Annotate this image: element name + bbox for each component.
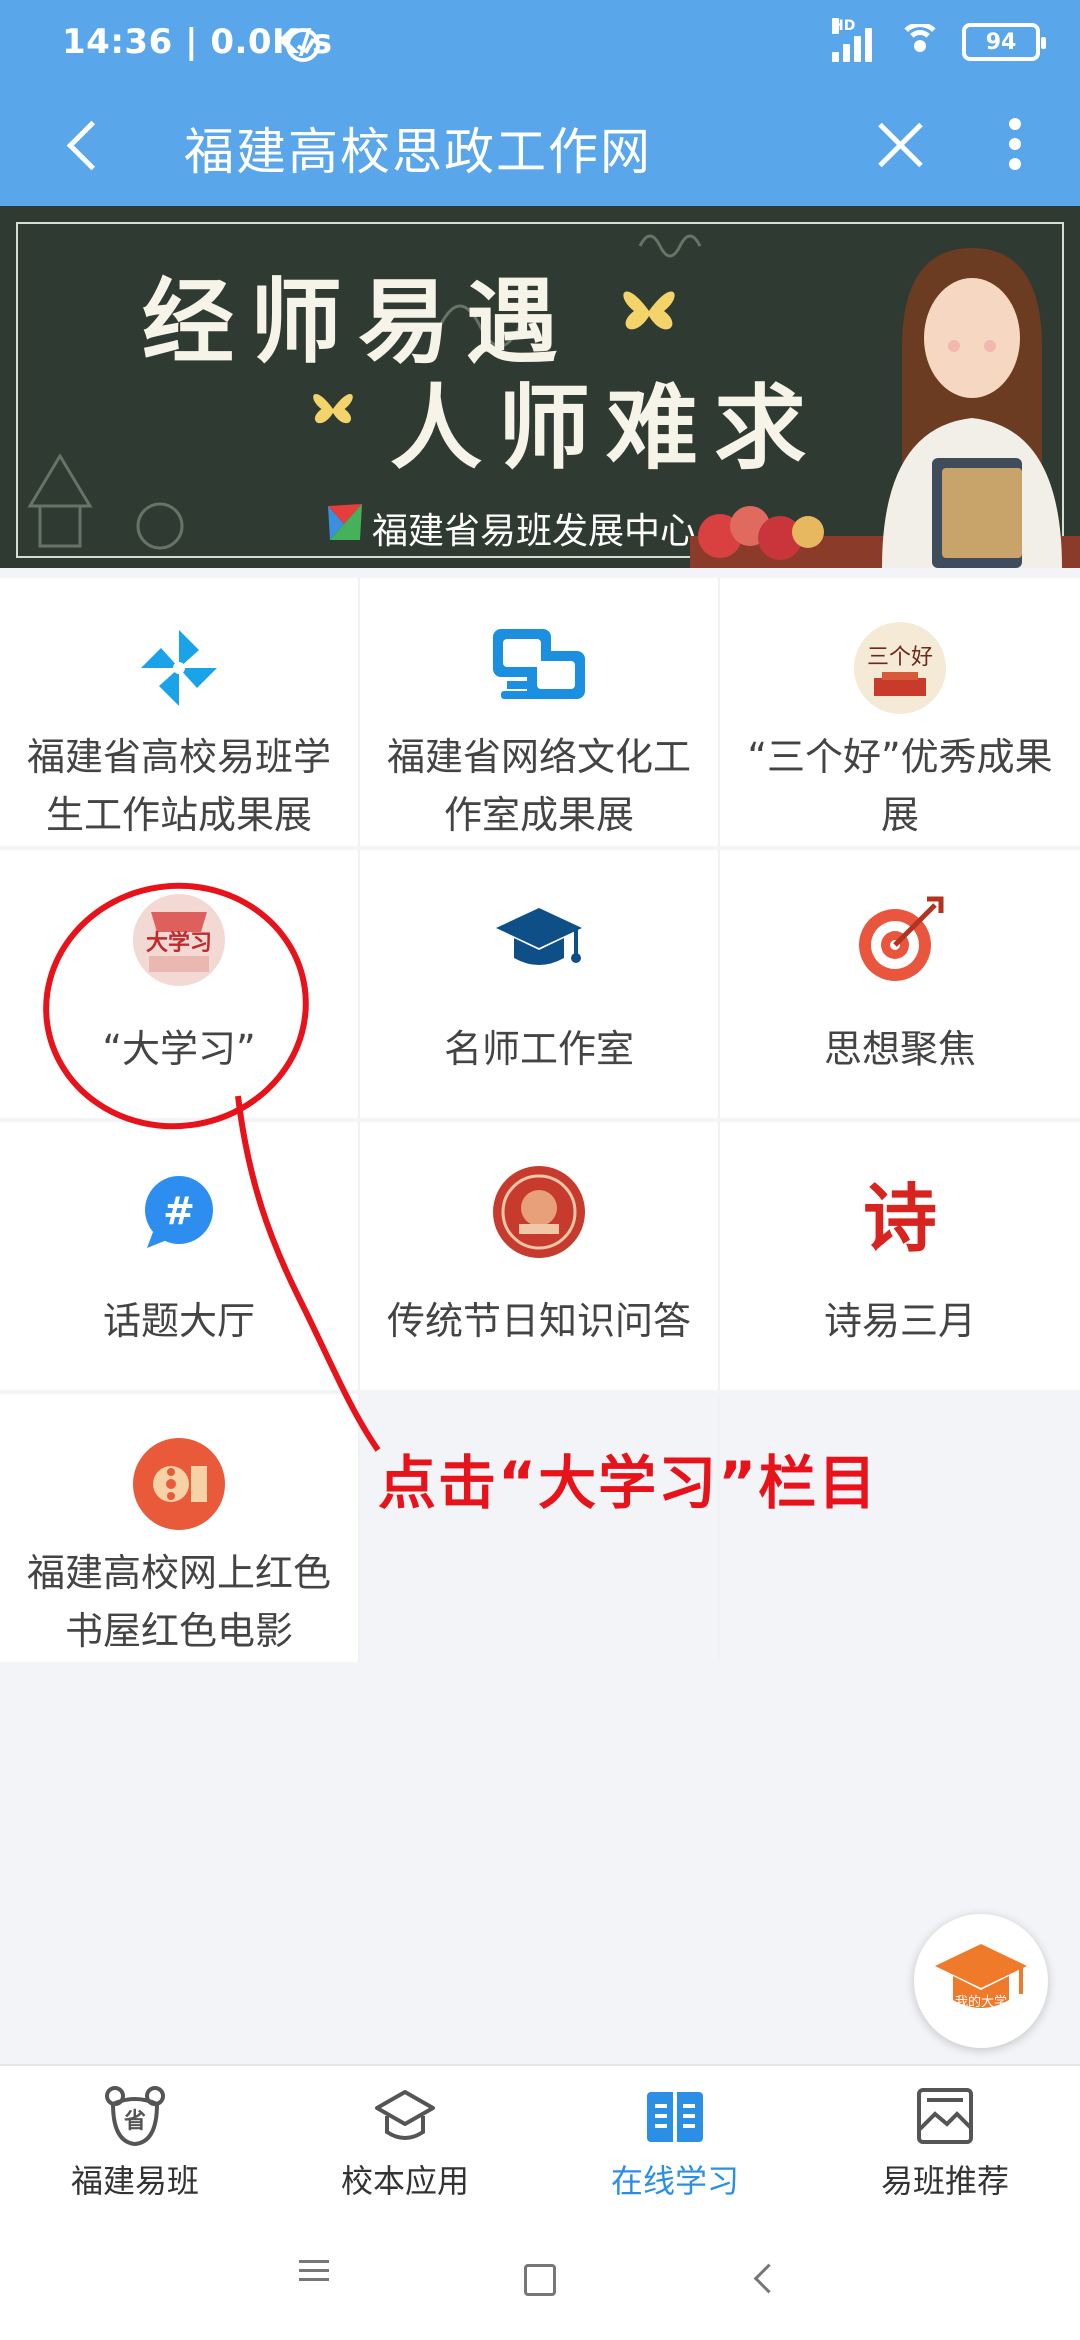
flowers-decoration	[698, 506, 824, 560]
bottom-tab-bar: 省 福建易班 校本应用 在线学习 易班推荐	[0, 2064, 1080, 2214]
grid-item-yiban-workstation[interactable]: 福建省高校易班学生工作站成果展	[0, 578, 360, 846]
close-button[interactable]	[870, 114, 932, 176]
grid-item-label: 福建高校网上红色书屋红色电影	[26, 1551, 331, 1653]
grid-item-daxuexi[interactable]: 大学习 “大学习”	[0, 850, 360, 1118]
grid-item-label: 福建省高校易班学生工作站成果展	[26, 735, 331, 837]
tab-icon-text: 省	[123, 2108, 146, 2134]
grid-item-three-good[interactable]: 三个好 “三个好”优秀成果展	[720, 578, 1080, 846]
grid-row: 福建高校网上红色书屋红色电影	[0, 1394, 1080, 1666]
grid-item-famous-teacher[interactable]: 名师工作室	[360, 850, 720, 1118]
grid-item-festival-quiz[interactable]: 传统节日知识问答	[360, 1122, 720, 1390]
tab-label: 校本应用	[340, 2162, 469, 2200]
status-indicators: HD 94	[832, 18, 1046, 62]
daxuexi-badge-icon: 大学习	[129, 890, 229, 990]
tab-fujian-yiban[interactable]: 省 福建易班	[0, 2066, 270, 2216]
picture-frame-icon	[917, 2088, 973, 2144]
grid-item-label: “大学习”	[102, 1027, 256, 1071]
poem-character-text: 诗	[863, 1175, 937, 1262]
svg-text:#: #	[163, 1189, 195, 1233]
my-university-button[interactable]: 我的大学	[914, 1914, 1048, 2048]
grid-item-label: 传统节日知识问答	[386, 1299, 691, 1343]
grid-item-label: 诗易三月	[823, 1299, 976, 1343]
pinwheel-icon	[129, 618, 229, 718]
tab-yiban-recommend[interactable]: 易班推荐	[810, 2066, 1080, 2216]
tab-label: 易班推荐	[880, 2162, 1009, 2200]
grid-empty-cell	[360, 1394, 720, 1662]
film-reel-icon	[129, 1434, 229, 1534]
graduation-cap-icon	[489, 890, 589, 990]
banner[interactable]: 经师易遇 人师难求 福建省易班发展中心	[0, 206, 1080, 568]
grid-item-label: 福建省网络文化工作室成果展	[386, 735, 691, 837]
battery-level: 94	[985, 29, 1017, 55]
home-button[interactable]	[508, 2254, 568, 2304]
grid-item-label: 名师工作室	[443, 1027, 634, 1071]
back-button[interactable]	[56, 114, 116, 180]
bear-badge-icon: 省	[105, 2086, 165, 2147]
annotation-text: 点击“大学习”栏目	[378, 1449, 879, 1517]
banner-subtitle: 福建省易班发展中心	[372, 511, 697, 552]
graduation-cap-outline-icon	[375, 2090, 435, 2140]
system-back-button[interactable]	[736, 2254, 796, 2304]
tab-online-learning[interactable]: 在线学习	[540, 2066, 810, 2216]
fab-label: 我的大学	[955, 1994, 1007, 2010]
teacher-illustration	[882, 248, 1062, 568]
grid-item-poem-march[interactable]: 诗 诗易三月	[720, 1122, 1080, 1390]
open-book-icon	[647, 2092, 703, 2142]
signal-icon: HD	[832, 18, 878, 62]
page-title: 福建高校思政工作网	[184, 123, 652, 181]
alarm-icon	[286, 28, 320, 62]
grid-empty-cell	[720, 1394, 1080, 1662]
grid-item-red-bookhouse[interactable]: 福建高校网上红色书屋红色电影	[0, 1394, 360, 1662]
more-menu-button[interactable]	[1000, 118, 1030, 178]
tab-school-apps[interactable]: 校本应用	[270, 2066, 540, 2216]
target-icon	[850, 890, 950, 990]
graduation-cap-icon: 我的大学	[935, 1944, 1027, 2010]
yiban-logo-icon	[328, 504, 362, 540]
poem-character-icon: 诗	[850, 1162, 950, 1262]
festival-medallion-icon	[489, 1162, 589, 1262]
grid-item-topic-hall[interactable]: # 话题大厅	[0, 1122, 360, 1390]
status-bar: 14:36 | 0.0K/s HD 94	[0, 0, 1080, 90]
banner-headline-2: 人师难求	[390, 374, 823, 482]
grid-row: 福建省高校易班学生工作站成果展 福建省网络文化工作室成果展 三个好 “三个好”优…	[0, 578, 1080, 850]
grid-item-label: 话题大厅	[102, 1299, 255, 1343]
nav-bar: 福建高校思政工作网	[0, 90, 1080, 206]
three-good-badge-icon: 三个好	[850, 618, 950, 718]
tab-label: 福建易班	[70, 2162, 199, 2200]
grid-row: # 话题大厅 传统节日知识问答 诗 诗易三月	[0, 1122, 1080, 1394]
hashtag-chat-icon: #	[129, 1162, 229, 1262]
butterfly-icon	[623, 291, 675, 330]
daxuexi-badge-text: 大学习	[146, 930, 212, 956]
network-type: HD	[832, 18, 856, 34]
grid-item-label: “三个好”优秀成果展	[747, 735, 1053, 837]
network-monitor-icon	[489, 618, 589, 718]
grid-item-network-culture[interactable]: 福建省网络文化工作室成果展	[360, 578, 720, 846]
grid-item-label: 思想聚焦	[823, 1027, 976, 1071]
top-bar: 14:36 | 0.0K/s HD 94 福建高校思政工作网	[0, 0, 1080, 206]
recent-apps-button[interactable]	[284, 2254, 344, 2304]
three-good-badge-text: 三个好	[867, 645, 933, 670]
wifi-icon	[898, 24, 942, 60]
tab-label: 在线学习	[610, 2162, 739, 2200]
butterfly-icon	[313, 393, 353, 424]
system-nav-bar	[0, 2214, 1080, 2340]
grid-item-thought-focus[interactable]: 思想聚焦	[720, 850, 1080, 1118]
battery-icon: 94	[962, 23, 1046, 61]
grid-row: 大学习 “大学习” 名师工作室 思想聚焦	[0, 850, 1080, 1122]
